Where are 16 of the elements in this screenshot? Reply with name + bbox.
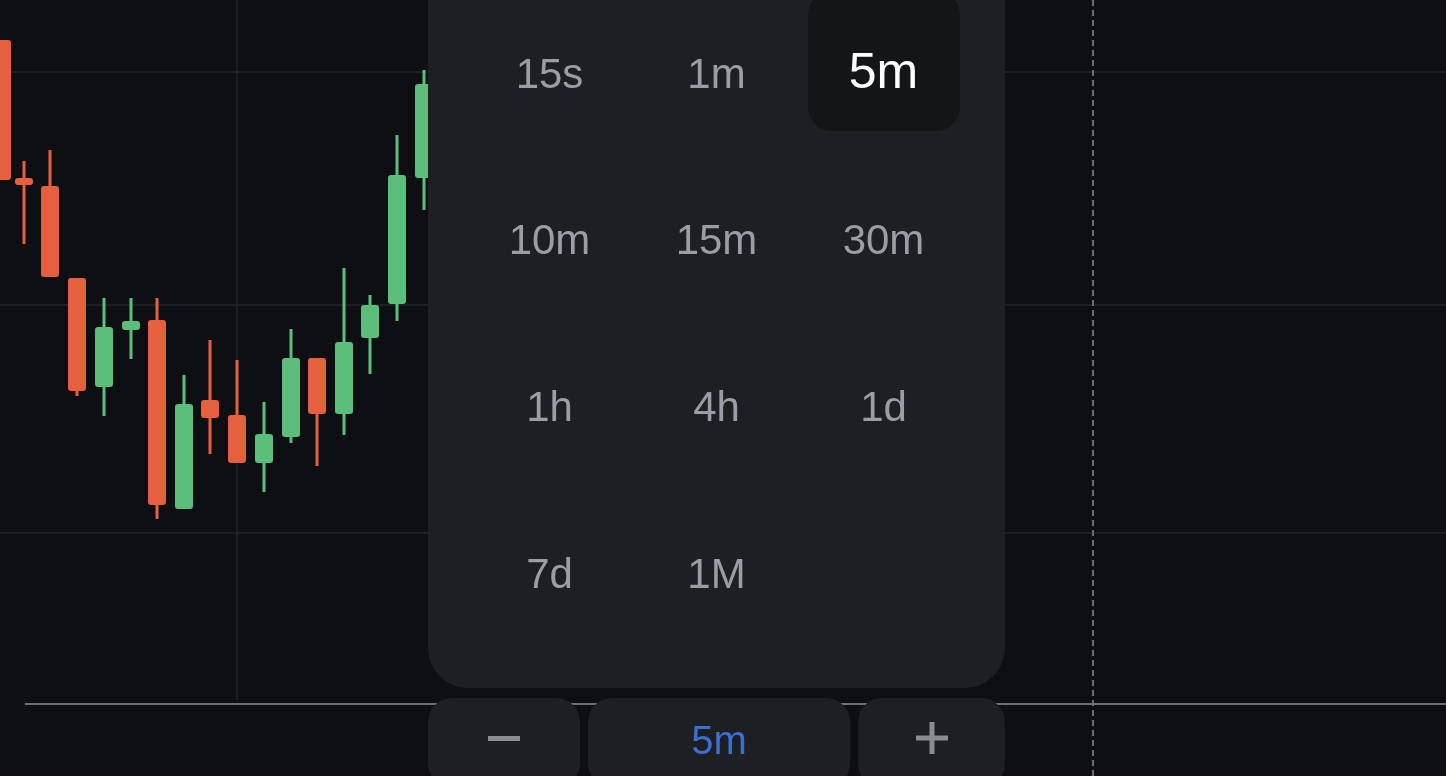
timeframe-option[interactable]: 1d <box>807 351 960 462</box>
timeframe-option[interactable]: 7d <box>473 518 626 629</box>
timeframe-option[interactable]: 5m <box>807 0 960 131</box>
timeframe-option[interactable]: 30m <box>807 184 960 295</box>
increase-button[interactable] <box>858 698 1005 776</box>
minus-icon <box>486 736 522 741</box>
timeframe-option[interactable]: 15s <box>473 18 626 128</box>
timeframe-option[interactable]: 1m <box>640 18 793 128</box>
timeframe-option[interactable]: 1M <box>640 518 793 629</box>
plus-icon <box>913 720 950 756</box>
timeframe-option[interactable]: 4h <box>640 351 793 462</box>
interval-value-button[interactable]: 5m <box>588 698 850 776</box>
timeframe-option[interactable]: 1h <box>473 351 626 462</box>
timeframe-option[interactable]: 15m <box>640 184 793 295</box>
candle <box>122 298 140 359</box>
timeframe-option[interactable]: 10m <box>473 184 626 295</box>
